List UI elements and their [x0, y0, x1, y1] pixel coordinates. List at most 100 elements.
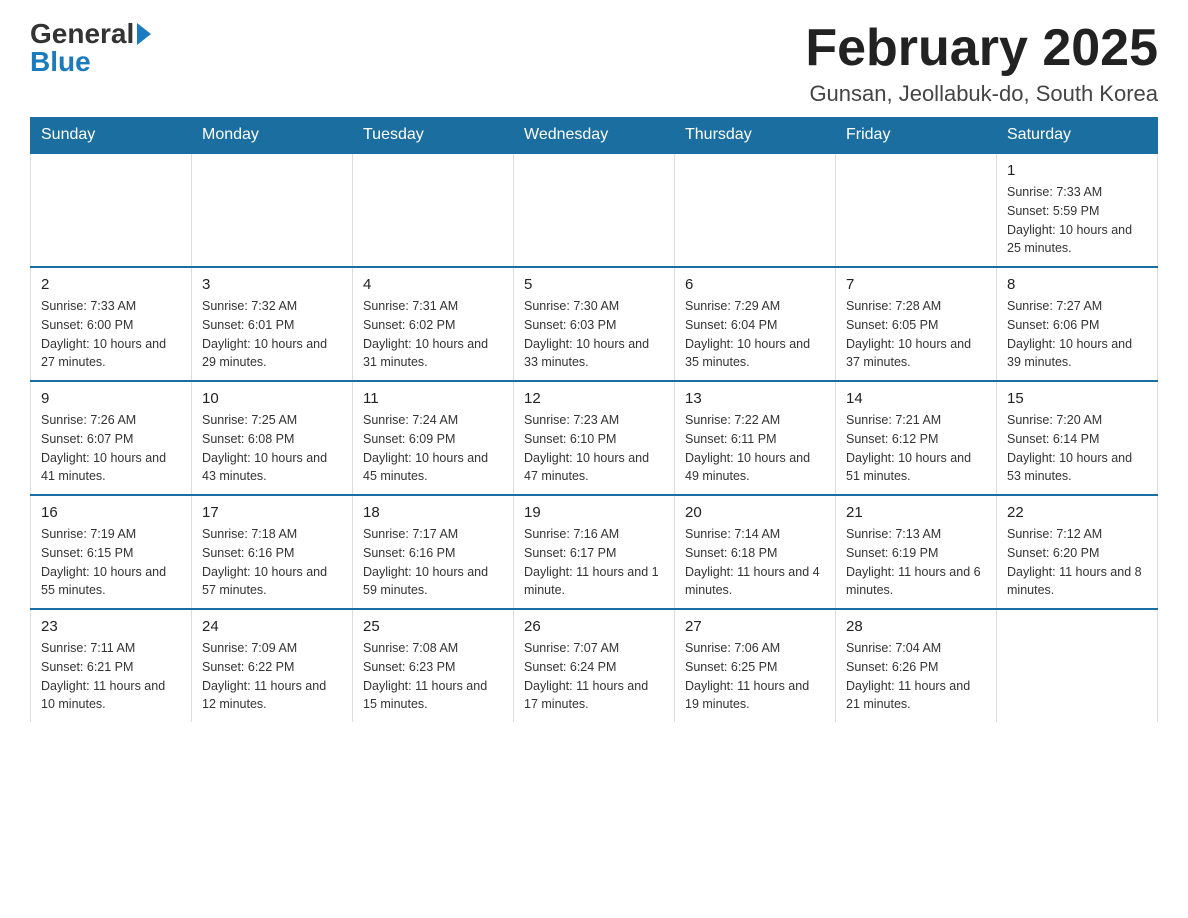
day-number: 7 [846, 276, 986, 293]
calendar-cell: 11 Sunrise: 7:24 AM Sunset: 6:09 PM Dayli… [353, 381, 514, 495]
day-of-week-saturday: Saturday [997, 118, 1158, 154]
day-number: 27 [685, 618, 825, 635]
day-number: 18 [363, 504, 503, 521]
calendar-week-2: 2Sunrise: 7:33 AM Sunset: 6:00 PM Daylig… [31, 267, 1158, 381]
calendar-header-row: SundayMondayTuesdayWednesdayThursdayFrid… [31, 118, 1158, 154]
day-info: Sunrise: 7:17 AM Sunset: 6:16 PM Dayligh… [363, 525, 503, 600]
day-number: 17 [202, 504, 342, 521]
day-info: Sunrise: 7:31 AM Sunset: 6:02 PM Dayligh… [363, 297, 503, 372]
day-info: Sunrise: 7:19 AM Sunset: 6:15 PM Dayligh… [41, 525, 181, 600]
day-info: Sunrise: 7:22 AM Sunset: 6:11 PM Dayligh… [685, 411, 825, 486]
day-info: Sunrise: 7:32 AM Sunset: 6:01 PM Dayligh… [202, 297, 342, 372]
day-number: 4 [363, 276, 503, 293]
day-info: Sunrise: 7:23 AM Sunset: 6:10 PM Dayligh… [524, 411, 664, 486]
day-info: Sunrise: 7:24 AM Sunset: 6:09 PM Dayligh… [363, 411, 503, 486]
calendar-cell: 8 Sunrise: 7:27 AM Sunset: 6:06 PM Daylig… [997, 267, 1158, 381]
day-of-week-sunday: Sunday [31, 118, 192, 154]
calendar-week-4: 16 Sunrise: 7:19 AM Sunset: 6:15 PM Dayli… [31, 495, 1158, 609]
calendar-cell: 27 Sunrise: 7:06 AM Sunset: 6:25 PM Dayli… [675, 609, 836, 722]
calendar-cell: 19 Sunrise: 7:16 AM Sunset: 6:17 PM Dayli… [514, 495, 675, 609]
calendar-cell: 16 Sunrise: 7:19 AM Sunset: 6:15 PM Dayli… [31, 495, 192, 609]
calendar-cell: 25 Sunrise: 7:08 AM Sunset: 6:23 PM Dayli… [353, 609, 514, 722]
day-info: Sunrise: 7:33 AM Sunset: 5:59 PM Dayligh… [1007, 183, 1147, 258]
day-info: Sunrise: 7:13 AM Sunset: 6:19 PM Dayligh… [846, 525, 986, 600]
day-number: 3 [202, 276, 342, 293]
day-of-week-wednesday: Wednesday [514, 118, 675, 154]
day-number: 6 [685, 276, 825, 293]
day-number: 10 [202, 390, 342, 407]
calendar-cell: 4 Sunrise: 7:31 AM Sunset: 6:02 PM Daylig… [353, 267, 514, 381]
day-number: 20 [685, 504, 825, 521]
calendar-cell: 10Sunrise: 7:25 AM Sunset: 6:08 PM Dayli… [192, 381, 353, 495]
day-number: 11 [363, 390, 503, 407]
calendar-cell: 5 Sunrise: 7:30 AM Sunset: 6:03 PM Daylig… [514, 267, 675, 381]
page-header: General Blue February 2025 Gunsan, Jeoll… [30, 20, 1158, 107]
calendar-week-1: 1 Sunrise: 7:33 AM Sunset: 5:59 PM Daylig… [31, 153, 1158, 267]
calendar-cell: 6 Sunrise: 7:29 AM Sunset: 6:04 PM Daylig… [675, 267, 836, 381]
day-number: 16 [41, 504, 181, 521]
calendar-cell: 21 Sunrise: 7:13 AM Sunset: 6:19 PM Dayli… [836, 495, 997, 609]
month-title: February 2025 [805, 20, 1158, 77]
logo-blue-text: Blue [30, 48, 91, 76]
calendar-cell [31, 153, 192, 267]
calendar-cell [836, 153, 997, 267]
day-info: Sunrise: 7:06 AM Sunset: 6:25 PM Dayligh… [685, 639, 825, 714]
day-number: 23 [41, 618, 181, 635]
logo: General Blue [30, 20, 151, 76]
title-section: February 2025 Gunsan, Jeollabuk-do, Sout… [805, 20, 1158, 107]
day-number: 15 [1007, 390, 1147, 407]
day-info: Sunrise: 7:11 AM Sunset: 6:21 PM Dayligh… [41, 639, 181, 714]
calendar-cell [997, 609, 1158, 722]
day-number: 9 [41, 390, 181, 407]
day-info: Sunrise: 7:18 AM Sunset: 6:16 PM Dayligh… [202, 525, 342, 600]
day-of-week-tuesday: Tuesday [353, 118, 514, 154]
calendar-table: SundayMondayTuesdayWednesdayThursdayFrid… [30, 117, 1158, 722]
day-info: Sunrise: 7:26 AM Sunset: 6:07 PM Dayligh… [41, 411, 181, 486]
calendar-cell: 3 Sunrise: 7:32 AM Sunset: 6:01 PM Daylig… [192, 267, 353, 381]
day-of-week-friday: Friday [836, 118, 997, 154]
day-info: Sunrise: 7:08 AM Sunset: 6:23 PM Dayligh… [363, 639, 503, 714]
calendar-cell: 13 Sunrise: 7:22 AM Sunset: 6:11 PM Dayli… [675, 381, 836, 495]
day-number: 14 [846, 390, 986, 407]
day-info: Sunrise: 7:12 AM Sunset: 6:20 PM Dayligh… [1007, 525, 1147, 600]
day-number: 22 [1007, 504, 1147, 521]
calendar-cell [192, 153, 353, 267]
day-info: Sunrise: 7:20 AM Sunset: 6:14 PM Dayligh… [1007, 411, 1147, 486]
calendar-cell: 15 Sunrise: 7:20 AM Sunset: 6:14 PM Dayli… [997, 381, 1158, 495]
calendar-cell [514, 153, 675, 267]
calendar-cell: 1 Sunrise: 7:33 AM Sunset: 5:59 PM Daylig… [997, 153, 1158, 267]
day-info: Sunrise: 7:21 AM Sunset: 6:12 PM Dayligh… [846, 411, 986, 486]
day-number: 21 [846, 504, 986, 521]
day-number: 8 [1007, 276, 1147, 293]
calendar-cell [353, 153, 514, 267]
day-number: 13 [685, 390, 825, 407]
day-number: 1 [1007, 162, 1147, 179]
calendar-cell: 18 Sunrise: 7:17 AM Sunset: 6:16 PM Dayli… [353, 495, 514, 609]
day-number: 19 [524, 504, 664, 521]
day-number: 28 [846, 618, 986, 635]
calendar-cell: 26 Sunrise: 7:07 AM Sunset: 6:24 PM Dayli… [514, 609, 675, 722]
day-info: Sunrise: 7:04 AM Sunset: 6:26 PM Dayligh… [846, 639, 986, 714]
day-info: Sunrise: 7:30 AM Sunset: 6:03 PM Dayligh… [524, 297, 664, 372]
day-number: 5 [524, 276, 664, 293]
location-title: Gunsan, Jeollabuk-do, South Korea [805, 81, 1158, 107]
calendar-cell: 9 Sunrise: 7:26 AM Sunset: 6:07 PM Daylig… [31, 381, 192, 495]
calendar-cell: 2Sunrise: 7:33 AM Sunset: 6:00 PM Daylig… [31, 267, 192, 381]
logo-general-text: General [30, 20, 134, 48]
day-info: Sunrise: 7:16 AM Sunset: 6:17 PM Dayligh… [524, 525, 664, 600]
day-info: Sunrise: 7:33 AM Sunset: 6:00 PM Dayligh… [41, 297, 181, 372]
calendar-cell: 24Sunrise: 7:09 AM Sunset: 6:22 PM Dayli… [192, 609, 353, 722]
day-number: 24 [202, 618, 342, 635]
day-info: Sunrise: 7:28 AM Sunset: 6:05 PM Dayligh… [846, 297, 986, 372]
calendar-week-5: 23 Sunrise: 7:11 AM Sunset: 6:21 PM Dayli… [31, 609, 1158, 722]
day-number: 26 [524, 618, 664, 635]
day-number: 25 [363, 618, 503, 635]
logo-arrow-icon [137, 23, 151, 45]
calendar-cell: 28 Sunrise: 7:04 AM Sunset: 6:26 PM Dayli… [836, 609, 997, 722]
day-of-week-monday: Monday [192, 118, 353, 154]
calendar-cell: 7 Sunrise: 7:28 AM Sunset: 6:05 PM Daylig… [836, 267, 997, 381]
day-info: Sunrise: 7:07 AM Sunset: 6:24 PM Dayligh… [524, 639, 664, 714]
day-info: Sunrise: 7:29 AM Sunset: 6:04 PM Dayligh… [685, 297, 825, 372]
day-info: Sunrise: 7:27 AM Sunset: 6:06 PM Dayligh… [1007, 297, 1147, 372]
calendar-cell: 22 Sunrise: 7:12 AM Sunset: 6:20 PM Dayli… [997, 495, 1158, 609]
